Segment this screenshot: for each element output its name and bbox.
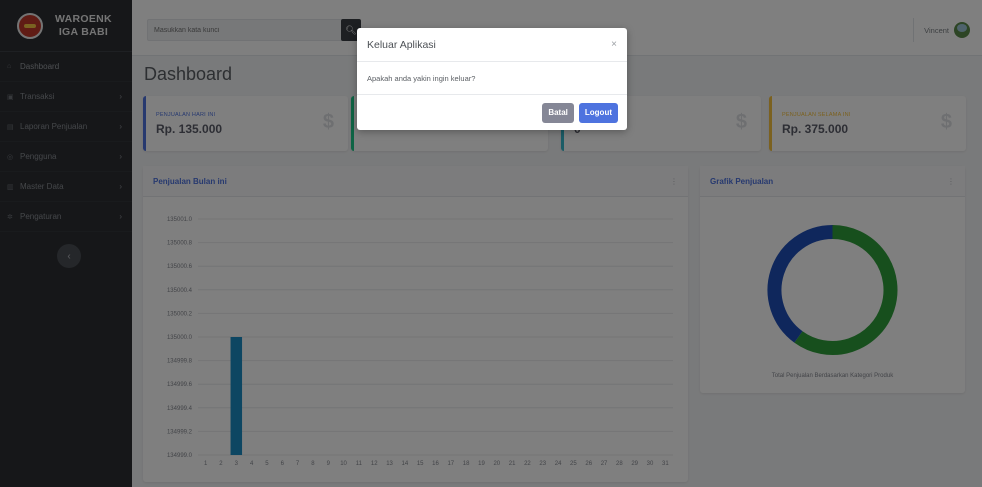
logout-button[interactable]: Logout [578, 102, 618, 123]
logout-dialog: Keluar Aplikasi × Apakah anda yakin ingi… [357, 28, 627, 130]
dialog-title: Keluar Aplikasi [367, 38, 436, 51]
dialog-message: Apakah anda yakin ingin keluar? [357, 62, 627, 95]
close-icon[interactable]: × [611, 39, 617, 50]
cancel-button[interactable]: Batal [542, 102, 574, 123]
